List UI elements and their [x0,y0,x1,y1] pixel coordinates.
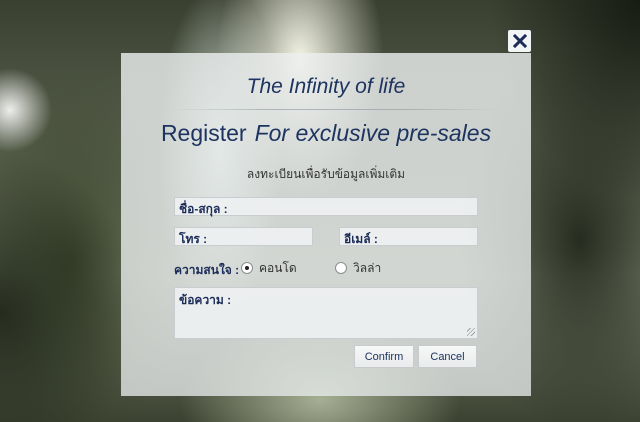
cancel-button[interactable]: Cancel [418,345,477,368]
radio-villa[interactable]: วิลล่า [335,260,381,276]
email-label: อีเมล์ : [344,232,378,246]
email-field[interactable]: อีเมล์ : [339,227,478,246]
register-dialog: The Infinity of life Register For exclusi… [121,53,531,396]
radio-condo-label: คอนโด [259,260,297,275]
radio-button[interactable] [335,262,347,274]
name-field[interactable]: ชื่อ-สกุล : [174,197,478,216]
message-textarea[interactable]: ข้อความ : [174,287,478,339]
radio-villa-label: วิลล่า [353,260,382,275]
tagline: The Infinity of life [246,75,406,98]
name-label: ชื่อ-สกุล : [179,202,228,216]
radio-button-selected[interactable] [241,262,253,274]
confirm-button[interactable]: Confirm [354,345,414,368]
divider [171,109,501,110]
background-shadow [0,150,140,422]
title-register: Register [160,120,247,146]
close-button[interactable] [508,30,531,52]
resize-grip-icon[interactable] [467,328,475,336]
interest-label: ความสนใจ : [174,263,240,277]
dialog-title: Register For exclusive pre-sales [121,120,531,147]
phone-field[interactable]: โทร : [174,227,313,246]
register-note: ลงทะเบียนเพื่อรับข้อมูลเพิ่มเติม [246,167,406,181]
close-icon [512,34,527,48]
phone-label: โทร : [179,232,208,246]
interest-group: ความสนใจ : คอนโด วิลล่า [174,260,474,278]
radio-condo[interactable]: คอนโด [241,260,297,276]
message-label: ข้อความ : [179,293,232,307]
title-subtitle: For exclusive pre-sales [254,120,492,146]
